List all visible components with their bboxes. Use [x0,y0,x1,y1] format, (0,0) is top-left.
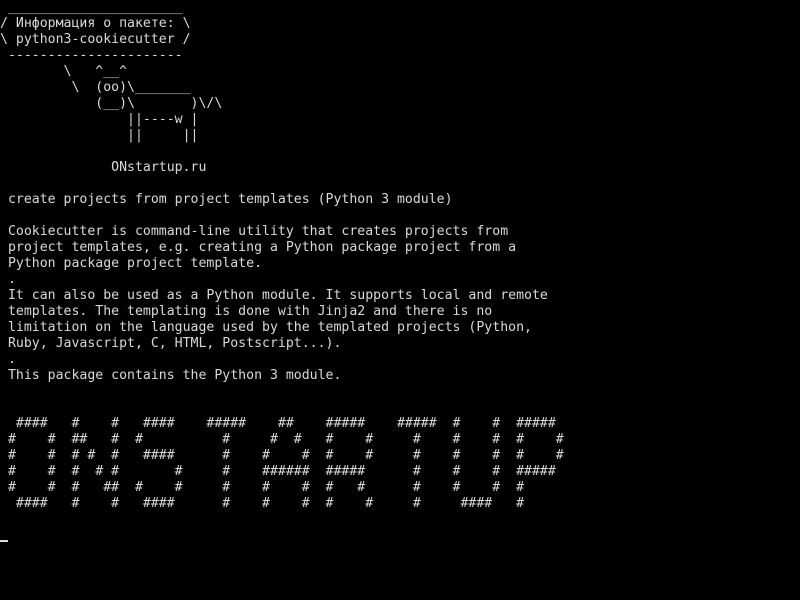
cow-art-line: ||----w | [0,112,199,127]
description-line: This package contains the Python 3 modul… [0,368,342,383]
description-line: Python package project template. [0,256,263,271]
cow-art-line: \ ^__^ [0,64,128,79]
cowsay-bubble-package: \ python3-cookiecutter / [0,32,191,47]
description-line: It can also be used as a Python module. … [0,288,548,303]
banner-art-line: # # # # # #### # # # # # # # # # # [0,448,564,463]
terminal-screen[interactable]: ______________________ / Информация о па… [0,0,800,600]
description-line: project templates, e.g. creating a Pytho… [0,240,517,255]
cow-art-line: || || [0,128,199,143]
banner-art-line: # # # ## # # # # # # # # # # # [0,480,525,495]
package-summary: create projects from project templates (… [0,192,453,207]
site-signature: ONstartup.ru [0,160,207,175]
cowsay-bubble-title: / Информация о пакете: \ [0,16,191,31]
cow-art-line: (__)\ )\/\ [0,96,223,111]
description-line: Ruby, Javascript, C, HTML, Postscript...… [0,336,342,351]
description-line: limitation on the language used by the t… [0,320,532,335]
text-cursor [0,540,8,542]
cowsay-bubble-bottom: ---------------------- [0,48,183,63]
banner-art-line: # # # # # # # ###### ##### # # # ##### [0,464,556,479]
description-line: Cookiecutter is command-line utility tha… [0,224,509,239]
banner-art-line: #### # # #### # # # # # # #### # [0,496,525,511]
banner-art-line: #### # # #### ##### ## ##### ##### # # #… [0,416,556,431]
description-line: templates. The templating is done with J… [0,304,493,319]
description-separator: . [0,272,16,287]
banner-art-line: # # ## # # # # # # # # # # # # [0,432,564,447]
cow-art-line: \ (oo)\_______ [0,80,191,95]
description-separator: . [0,352,16,367]
cowsay-bubble-top: ______________________ [0,0,183,15]
